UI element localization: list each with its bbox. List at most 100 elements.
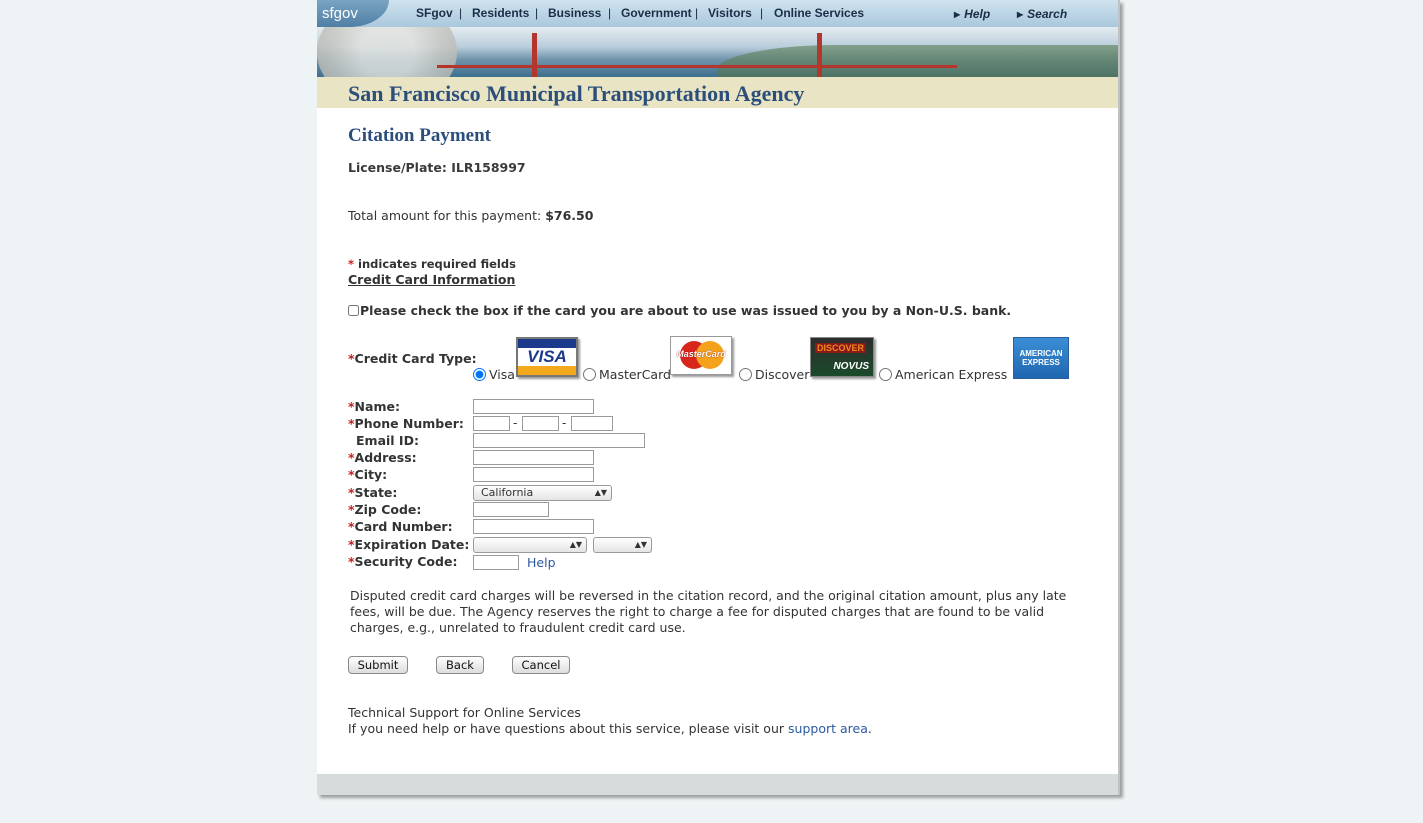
agency-title: San Francisco Municipal Transportation A… xyxy=(348,81,805,106)
nav-government[interactable]: Government xyxy=(621,6,692,20)
nav-separator: | xyxy=(695,6,699,20)
updown-arrows-icon: ▲▼ xyxy=(594,488,607,497)
amex-label: American Express xyxy=(895,367,1008,382)
play-arrow-icon: ▶ xyxy=(1017,10,1024,19)
nav-business[interactable]: Business xyxy=(548,6,601,20)
state-select-value: California xyxy=(481,486,534,499)
updown-arrows-icon: ▲▼ xyxy=(634,540,647,549)
security-code-help-link[interactable]: Help xyxy=(527,555,556,570)
discover-label: Discover xyxy=(755,367,810,382)
play-arrow-icon: ▶ xyxy=(954,10,961,19)
non-us-bank-checkbox[interactable] xyxy=(348,305,359,316)
discover-radio[interactable] xyxy=(739,368,752,381)
phone-label: *Phone Number: xyxy=(348,416,464,431)
email-input[interactable] xyxy=(473,433,645,448)
updown-arrows-icon: ▲▼ xyxy=(569,540,582,549)
visa-label: Visa xyxy=(489,367,515,382)
support-text: If you need help or have questions about… xyxy=(348,721,785,736)
city-input[interactable] xyxy=(473,467,594,482)
required-fields-note: * indicates required fields xyxy=(348,257,516,271)
credit-card-info-heading: Credit Card Information xyxy=(348,272,516,287)
security-code-label-text: Security Code: xyxy=(354,554,458,569)
card-number-label-text: Card Number: xyxy=(354,519,453,534)
card-type-label-text: Credit Card Type: xyxy=(354,351,477,366)
visa-card-logo: VISA xyxy=(516,337,578,377)
cancel-button[interactable]: Cancel xyxy=(512,656,570,674)
back-button[interactable]: Back xyxy=(436,656,484,674)
visa-radio[interactable] xyxy=(473,368,486,381)
discover-novus-logo: DISCOVER NOVUS xyxy=(810,337,874,377)
card-number-input[interactable] xyxy=(473,519,594,534)
support-area-link[interactable]: support area xyxy=(788,721,868,736)
card-option-discover[interactable]: Discover xyxy=(739,367,809,382)
nav-sfgov[interactable]: SFgov xyxy=(416,6,453,20)
bridge-deck xyxy=(437,65,957,68)
address-label: *Address: xyxy=(348,450,417,465)
card-number-label: *Card Number: xyxy=(348,519,453,534)
mastercard-radio[interactable] xyxy=(583,368,596,381)
discover-logo-text: DISCOVER xyxy=(815,343,867,353)
nav-separator: | xyxy=(535,6,539,20)
address-label-text: Address: xyxy=(354,450,417,465)
name-input[interactable] xyxy=(473,399,594,414)
phone-dash: - xyxy=(562,416,567,430)
agency-title-bar: San Francisco Municipal Transportation A… xyxy=(317,77,1118,108)
state-label-text: State: xyxy=(354,485,398,500)
help-link-header[interactable]: ▶ Help xyxy=(954,7,990,21)
total-amount-label: Total amount for this payment: xyxy=(348,208,542,223)
expiration-month-select[interactable]: ▲▼ xyxy=(473,537,587,553)
name-label-text: Name: xyxy=(354,399,400,414)
mastercard-logo-text: MasterCard xyxy=(676,349,726,359)
card-option-mastercard[interactable]: MasterCard xyxy=(583,367,671,382)
card-option-visa[interactable]: Visa xyxy=(473,367,515,382)
search-link-header[interactable]: ▶ Search xyxy=(1017,7,1067,21)
city-label: *City: xyxy=(348,467,387,482)
zip-label: *Zip Code: xyxy=(348,502,421,517)
state-select[interactable]: California ▲▼ xyxy=(473,485,612,501)
nav-residents[interactable]: Residents xyxy=(472,6,529,20)
phone-dash: - xyxy=(513,416,518,430)
credit-card-type-label: *Credit Card Type: xyxy=(348,351,477,366)
license-plate-text: License/Plate: ILR158997 xyxy=(348,160,526,175)
mastercard-label: MasterCard xyxy=(599,367,671,382)
security-code-input[interactable] xyxy=(473,555,519,570)
nav-separator: | xyxy=(459,6,463,20)
state-label: *State: xyxy=(348,485,397,500)
name-label: *Name: xyxy=(348,399,400,414)
phone-area-input[interactable] xyxy=(473,416,510,431)
amex-radio[interactable] xyxy=(879,368,892,381)
nav-visitors[interactable]: Visitors xyxy=(708,6,752,20)
novus-logo-text: NOVUS xyxy=(833,361,869,372)
expiration-label-text: Expiration Date: xyxy=(354,537,470,552)
nav-online-services[interactable]: Online Services xyxy=(774,6,864,20)
phone-line-input[interactable] xyxy=(571,416,613,431)
bridge-tower xyxy=(817,33,822,77)
zip-label-text: Zip Code: xyxy=(354,502,422,517)
card-option-amex[interactable]: American Express xyxy=(879,367,1007,382)
hills-image xyxy=(717,45,1118,77)
submit-button[interactable]: Submit xyxy=(348,656,408,674)
nav-separator: | xyxy=(760,6,764,20)
sfgov-logo[interactable]: sfgov xyxy=(317,0,389,27)
address-input[interactable] xyxy=(473,450,594,465)
help-label: Help xyxy=(964,7,991,21)
security-code-label: *Security Code: xyxy=(348,554,457,569)
phone-label-text: Phone Number: xyxy=(354,416,464,431)
page-title: Citation Payment xyxy=(348,125,492,146)
required-note-text: indicates required fields xyxy=(358,257,516,271)
expiration-year-select[interactable]: ▲▼ xyxy=(593,537,652,553)
phone-prefix-input[interactable] xyxy=(522,416,559,431)
expiration-label: *Expiration Date: xyxy=(348,537,469,552)
nav-separator: | xyxy=(608,6,612,20)
technical-support-text: If you need help or have questions about… xyxy=(348,721,872,736)
golden-gate-banner-image xyxy=(317,27,1118,77)
city-seal-image xyxy=(317,27,457,77)
disputed-charges-disclaimer: Disputed credit card charges will be rev… xyxy=(350,588,1067,635)
support-period: . xyxy=(867,721,872,736)
zip-input[interactable] xyxy=(473,502,549,517)
footer-bar xyxy=(317,774,1118,795)
technical-support-title: Technical Support for Online Services xyxy=(348,705,581,720)
amex-logo: AMERICAN EXPRESS xyxy=(1013,337,1069,379)
email-label: Email ID: xyxy=(356,433,419,448)
mastercard-logo: MasterCard xyxy=(670,336,732,375)
